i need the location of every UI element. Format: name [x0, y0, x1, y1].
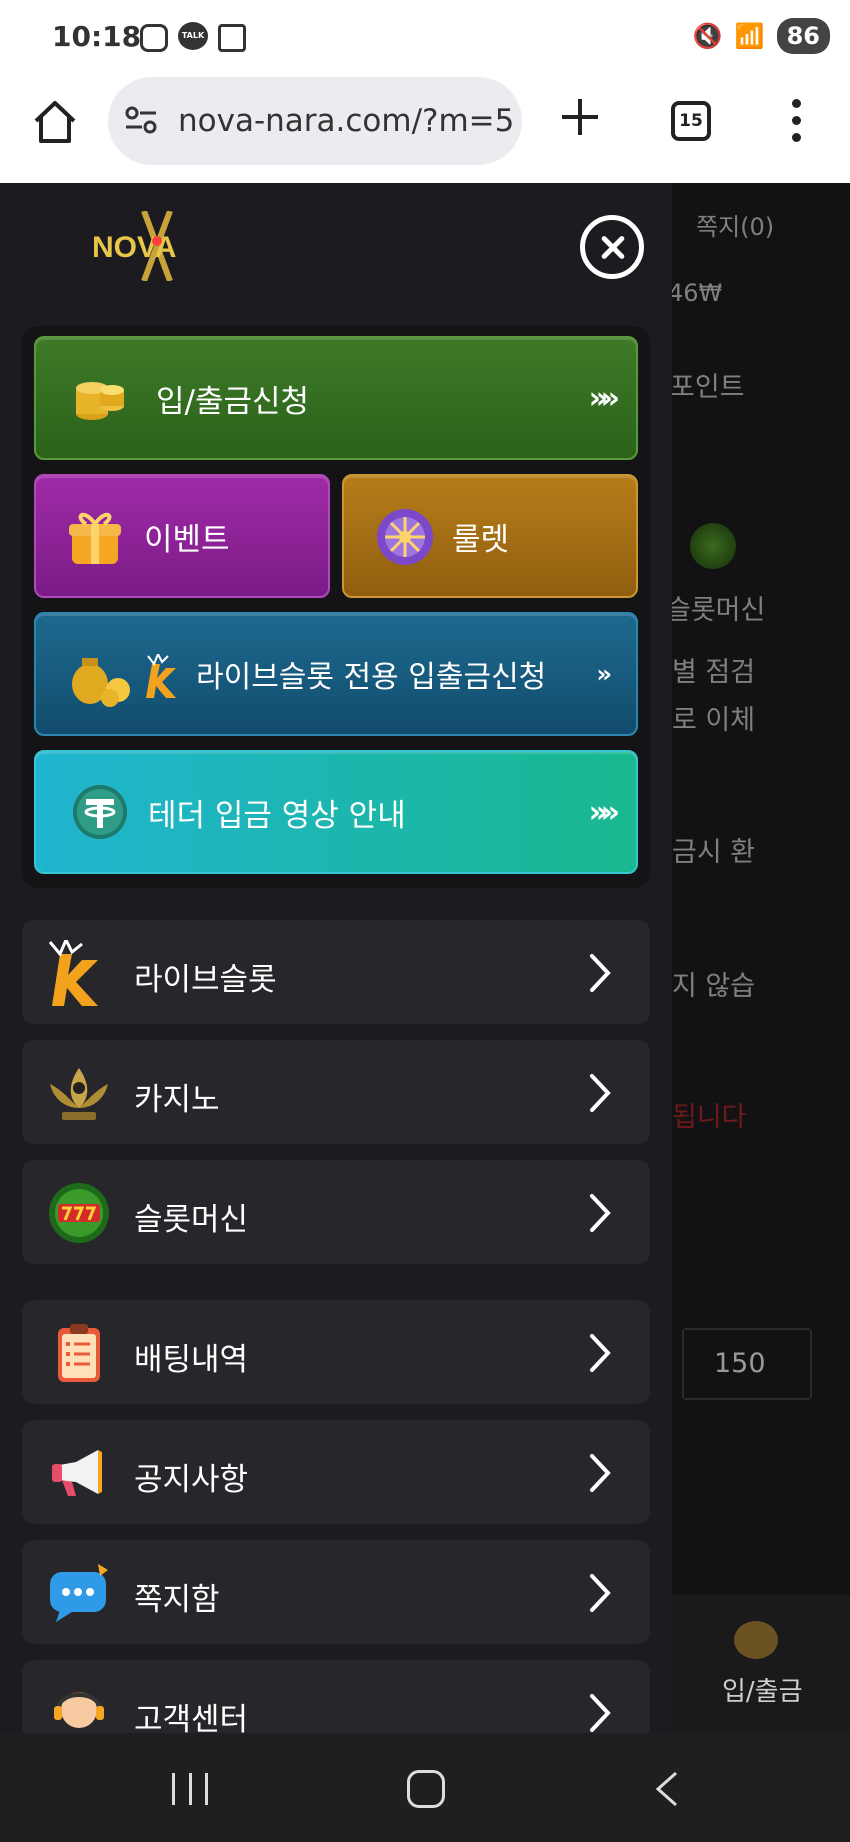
background-page: 쪽지(0) 46₩ 포인트 슬롯머신 별 점검 로 이체 금시 환 지 않습 됩…: [666, 183, 850, 1733]
menu-label: 카지노: [134, 1082, 220, 1118]
gift-box-icon: [69, 512, 121, 564]
address-bar[interactable]: nova-nara.com/?m=5: [108, 77, 522, 165]
chevron-right-icon: [590, 1454, 611, 1492]
messages-link[interactable]: 쪽지(0): [696, 207, 774, 242]
status-time: 10:18: [52, 20, 142, 53]
coins-icon: [734, 1621, 778, 1659]
bottom-tab-deposit[interactable]: 입/출금: [722, 1671, 803, 1708]
notice-line: 로 이체: [672, 705, 756, 736]
screen-record-icon: [140, 24, 168, 52]
balance-text: 46₩: [668, 279, 723, 307]
wifi-icon: 📶: [734, 22, 765, 50]
notice-line: 별 점검: [672, 657, 756, 688]
tether-guide-label: 테더 입금 영상 안내: [148, 797, 406, 834]
double-chevron-icon: »: [596, 660, 611, 688]
menu-label: 배팅내역: [134, 1342, 249, 1378]
menu-item-casino[interactable]: 카지노: [22, 1040, 650, 1144]
headset-agent-icon: [54, 1692, 104, 1728]
menu-label: 슬롯머신: [134, 1202, 249, 1238]
kslot-lotus-icon: [50, 1068, 108, 1120]
more-menu-icon[interactable]: [790, 99, 802, 145]
side-drawer: NOVA 입/출금신청 » » 이벤트 룰렛 라이브슬롯 전용 입출금신청 » …: [0, 183, 672, 1733]
menu-item-slot-machine[interactable]: 슬롯머신: [22, 1160, 650, 1264]
notice-line: 됩니다: [672, 1102, 747, 1133]
nova-logo: NOVA: [92, 211, 176, 281]
roulette-label: 룰렛: [452, 521, 510, 558]
status-bar: 10:18 TALK 🔇 📶 86: [0, 0, 850, 75]
menu-label: 고객센터: [134, 1702, 249, 1733]
points-text: 포인트: [670, 372, 745, 403]
new-tab-icon[interactable]: [558, 95, 602, 139]
double-chevron-icon: »: [600, 794, 621, 830]
home-nav-icon[interactable]: [407, 1770, 445, 1808]
amount-value: 150: [714, 1348, 766, 1379]
roulette-button[interactable]: 룰렛: [342, 474, 638, 598]
mute-icon: 🔇: [692, 22, 723, 50]
double-chevron-icon: »: [600, 380, 621, 416]
browser-toolbar: nova-nara.com/?m=5 15: [0, 75, 850, 183]
notice-line: 금시 환: [672, 837, 756, 868]
k-logo-icon: [146, 654, 176, 698]
site-settings-icon[interactable]: [124, 105, 158, 135]
k-logo-icon: [48, 940, 98, 1006]
menu-item-notice[interactable]: 공지사항: [22, 1420, 650, 1524]
notice-line: 지 않습: [672, 971, 756, 1002]
slot-machine-text[interactable]: 슬롯머신: [666, 588, 765, 627]
menu-item-customer-center[interactable]: 고객센터: [22, 1660, 650, 1733]
megaphone-icon: [52, 1450, 102, 1496]
bottom-tab-bar: 입/출금: [672, 1595, 850, 1733]
live-slot-deposit-button[interactable]: 라이브슬롯 전용 입출금신청 »: [34, 612, 638, 736]
battery-indicator: 86: [776, 18, 830, 54]
screenshot-icon: [218, 24, 246, 52]
777-slots-icon: [49, 1183, 109, 1243]
chevron-right-icon: [590, 1194, 611, 1232]
live-slot-deposit-label: 라이브슬롯 전용 입출금신청: [196, 660, 547, 695]
home-icon[interactable]: [30, 97, 80, 147]
event-label: 이벤트: [144, 521, 230, 558]
deposit-withdraw-label: 입/출금신청: [156, 383, 310, 420]
menu-label: 라이브슬롯: [134, 962, 277, 998]
tether-coin-icon: [73, 785, 127, 839]
menu-item-betting-history[interactable]: 배팅내역: [22, 1300, 650, 1404]
menu-label: 공지사항: [134, 1462, 249, 1498]
coin-bags-icon: [72, 658, 130, 707]
event-button[interactable]: 이벤트: [34, 474, 330, 598]
recent-apps-icon[interactable]: [172, 1773, 208, 1805]
logo-text: NOVA: [92, 231, 176, 264]
roulette-wheel-icon: [377, 509, 433, 565]
chevron-right-icon: [590, 1074, 611, 1112]
slot-machine-icon: [690, 523, 736, 569]
quick-actions-panel: 입/출금신청 » » 이벤트 룰렛 라이브슬롯 전용 입출금신청 » 테더 입금…: [22, 326, 650, 888]
tab-switcher-button[interactable]: 15: [671, 101, 711, 141]
back-icon[interactable]: [652, 1769, 680, 1809]
url-text: nova-nara.com/?m=5: [178, 103, 515, 139]
system-nav-bar: [0, 1733, 850, 1842]
deposit-withdraw-button[interactable]: 입/출금신청 » »: [34, 336, 638, 460]
amount-input[interactable]: 150: [682, 1328, 812, 1400]
chevron-right-icon: [590, 1694, 611, 1732]
menu-item-messages[interactable]: 쪽지함: [22, 1540, 650, 1644]
chevron-right-icon: [590, 954, 611, 992]
kakaotalk-icon: TALK: [178, 22, 208, 50]
menu-item-live-slot[interactable]: 라이브슬롯: [22, 920, 650, 1024]
tether-guide-button[interactable]: 테더 입금 영상 안내 » »: [34, 750, 638, 874]
chat-bubble-icon: [50, 1564, 108, 1622]
gold-coins-icon: [76, 382, 124, 420]
menu-label: 쪽지함: [134, 1582, 220, 1618]
chevron-right-icon: [590, 1574, 611, 1612]
close-drawer-button[interactable]: [580, 215, 644, 279]
chevron-right-icon: [590, 1334, 611, 1372]
clipboard-icon: [58, 1324, 100, 1382]
